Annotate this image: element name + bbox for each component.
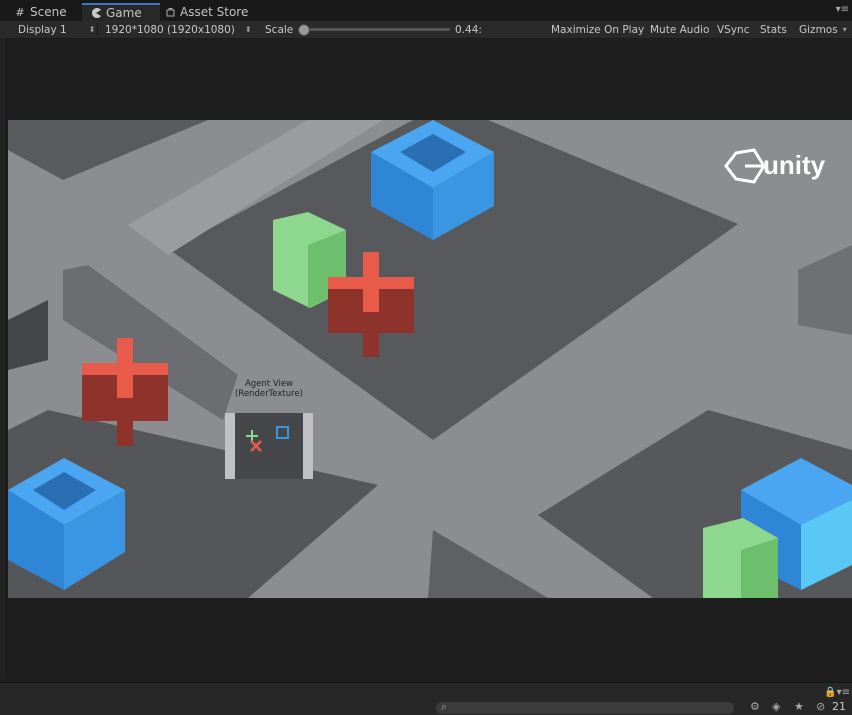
hidden-eye-icon[interactable]: ⊘ <box>816 700 825 713</box>
agent-view-title: Agent View <box>244 379 294 389</box>
display-label: Display 1 <box>18 23 67 36</box>
dropdown-arrow-icon: ⬍ <box>244 25 252 34</box>
tab-game[interactable]: Game <box>82 3 160 21</box>
unity-logo-text: unity <box>763 150 826 180</box>
dropdown-arrow-icon: ▾ <box>842 25 847 34</box>
status-bar: 🔒▾≡ ⌕ ⚙ ◈ ★ ⊘ 21 <box>0 682 852 715</box>
dropdown-arrow-icon: ⬍ <box>88 25 96 34</box>
tab-asset-store[interactable]: Asset Store <box>164 3 248 21</box>
gizmos-label: Gizmos <box>799 23 838 36</box>
grid-icon: # <box>15 5 25 19</box>
lock-menu-icon[interactable]: 🔒▾≡ <box>824 687 850 698</box>
resolution-label: 1920*1080 (1920x1080) <box>105 23 235 36</box>
maximize-on-play-button[interactable]: Maximize On Play <box>551 22 644 37</box>
agent-view-subtitle: (RenderTexture) <box>234 389 303 399</box>
game-toolbar: Display 1 ⬍ 1920*1080 (1920x1080) ⬍ Scal… <box>0 21 852 39</box>
tab-menu-icon[interactable]: ▾≡ <box>836 4 849 15</box>
agent-view-render-texture <box>225 413 313 479</box>
bag-icon <box>164 6 176 18</box>
game-viewport[interactable]: Agent View (RenderTexture) unity <box>8 120 852 598</box>
tag-icon[interactable]: ◈ <box>772 700 780 713</box>
resolution-dropdown[interactable]: 1920*1080 (1920x1080) ⬍ <box>105 22 252 37</box>
stats-button[interactable]: Stats <box>760 22 787 37</box>
tab-bar: # Scene Game Asset Store ▾≡ <box>0 0 852 21</box>
mute-audio-button[interactable]: Mute Audio <box>650 22 709 37</box>
tab-scene-label: Scene <box>30 5 67 19</box>
scale-slider-knob[interactable] <box>298 24 310 36</box>
star-icon[interactable]: ★ <box>794 700 804 713</box>
filter-icon[interactable]: ⚙ <box>750 700 760 713</box>
gizmos-dropdown[interactable]: Gizmos ▾ <box>799 22 847 37</box>
game-render <box>8 120 852 598</box>
search-icon: ⌕ <box>441 700 448 713</box>
divider <box>97 23 98 36</box>
agent-view-label: Agent View (RenderTexture) <box>223 379 315 399</box>
scale-label: Scale <box>265 23 294 36</box>
left-panel-edge <box>0 38 7 678</box>
tab-asset-store-label: Asset Store <box>180 5 249 19</box>
search-input[interactable] <box>436 702 734 714</box>
scale-slider[interactable] <box>298 24 450 36</box>
tab-scene[interactable]: # Scene <box>14 3 67 21</box>
display-dropdown[interactable]: Display 1 ⬍ <box>18 22 95 37</box>
tab-game-label: Game <box>106 6 142 20</box>
hidden-count: 21 <box>832 700 846 713</box>
pacman-icon <box>90 7 102 19</box>
vsync-button[interactable]: VSync <box>717 22 750 37</box>
scale-value: 0.44: <box>455 23 482 36</box>
